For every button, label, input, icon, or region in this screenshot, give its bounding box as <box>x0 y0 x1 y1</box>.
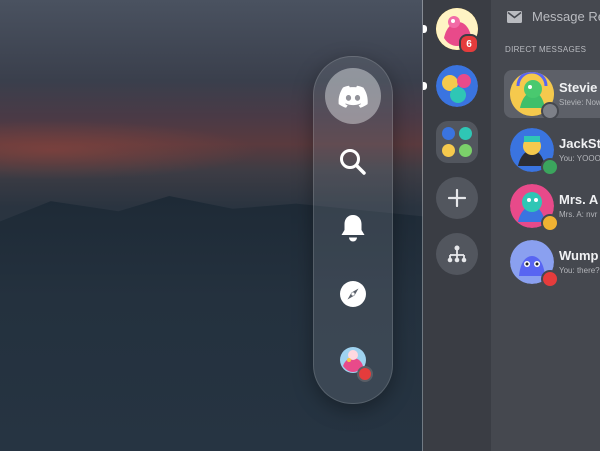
dm-row-jacksto[interactable]: JackSto You: YOOO <box>504 126 600 176</box>
nav-discord-home[interactable] <box>325 68 381 124</box>
search-icon <box>340 149 366 175</box>
discord-logo-icon <box>338 85 368 108</box>
discover-button[interactable] <box>436 233 478 275</box>
mail-icon <box>507 10 522 23</box>
nav-notifications[interactable] <box>325 200 381 256</box>
wallpaper-sunset-glow <box>0 120 260 180</box>
dm-panel: Message Re DIRECT MESSAGES Stevie Stevie… <box>491 0 600 451</box>
floating-nav <box>313 56 393 404</box>
message-requests-label: Message Re <box>532 9 600 24</box>
server-folder[interactable] <box>436 121 478 163</box>
server-rail: 6 <box>423 0 491 451</box>
dm-row-mrs-a[interactable]: Mrs. A Mrs. A: nvr <box>504 182 600 232</box>
compass-icon <box>340 281 366 307</box>
nav-explore[interactable] <box>325 266 381 322</box>
status-indicator <box>541 214 559 232</box>
folder-server-icon <box>459 144 472 157</box>
folder-server-icon <box>442 127 455 140</box>
dm-preview: Mrs. A: nvr <box>559 210 598 219</box>
unread-pip <box>423 82 427 90</box>
dm-row-stevie[interactable]: Stevie Stevie: Now <box>504 70 600 120</box>
plus-icon <box>448 189 466 207</box>
server-1-badge: 6 <box>459 34 479 54</box>
server-2-icon <box>436 65 478 107</box>
dnd-status-badge <box>357 366 373 382</box>
dm-name: JackSto <box>559 136 600 151</box>
folder-server-icon <box>442 144 455 157</box>
nav-search[interactable] <box>325 134 381 190</box>
dm-preview: Stevie: Now <box>559 98 600 107</box>
hierarchy-icon <box>447 245 467 263</box>
dm-name: Mrs. A <box>559 192 599 207</box>
dm-preview: You: YOOO <box>559 154 600 163</box>
dm-row-wump[interactable]: Wump You: there? <box>504 238 600 288</box>
nav-profile[interactable] <box>325 332 381 388</box>
server-2[interactable] <box>436 65 478 107</box>
message-requests-link[interactable]: Message Re <box>507 9 600 24</box>
dm-name: Stevie <box>559 80 598 95</box>
dm-name: Wump <box>559 248 599 263</box>
add-server-button[interactable] <box>436 177 478 219</box>
unread-pip <box>423 25 427 33</box>
direct-messages-heading: DIRECT MESSAGES <box>505 45 587 54</box>
bell-icon <box>341 215 365 242</box>
status-indicator <box>541 102 559 120</box>
status-indicator <box>541 270 559 288</box>
status-indicator <box>541 158 559 176</box>
folder-server-icon <box>459 127 472 140</box>
dm-preview: You: there? <box>559 266 600 275</box>
